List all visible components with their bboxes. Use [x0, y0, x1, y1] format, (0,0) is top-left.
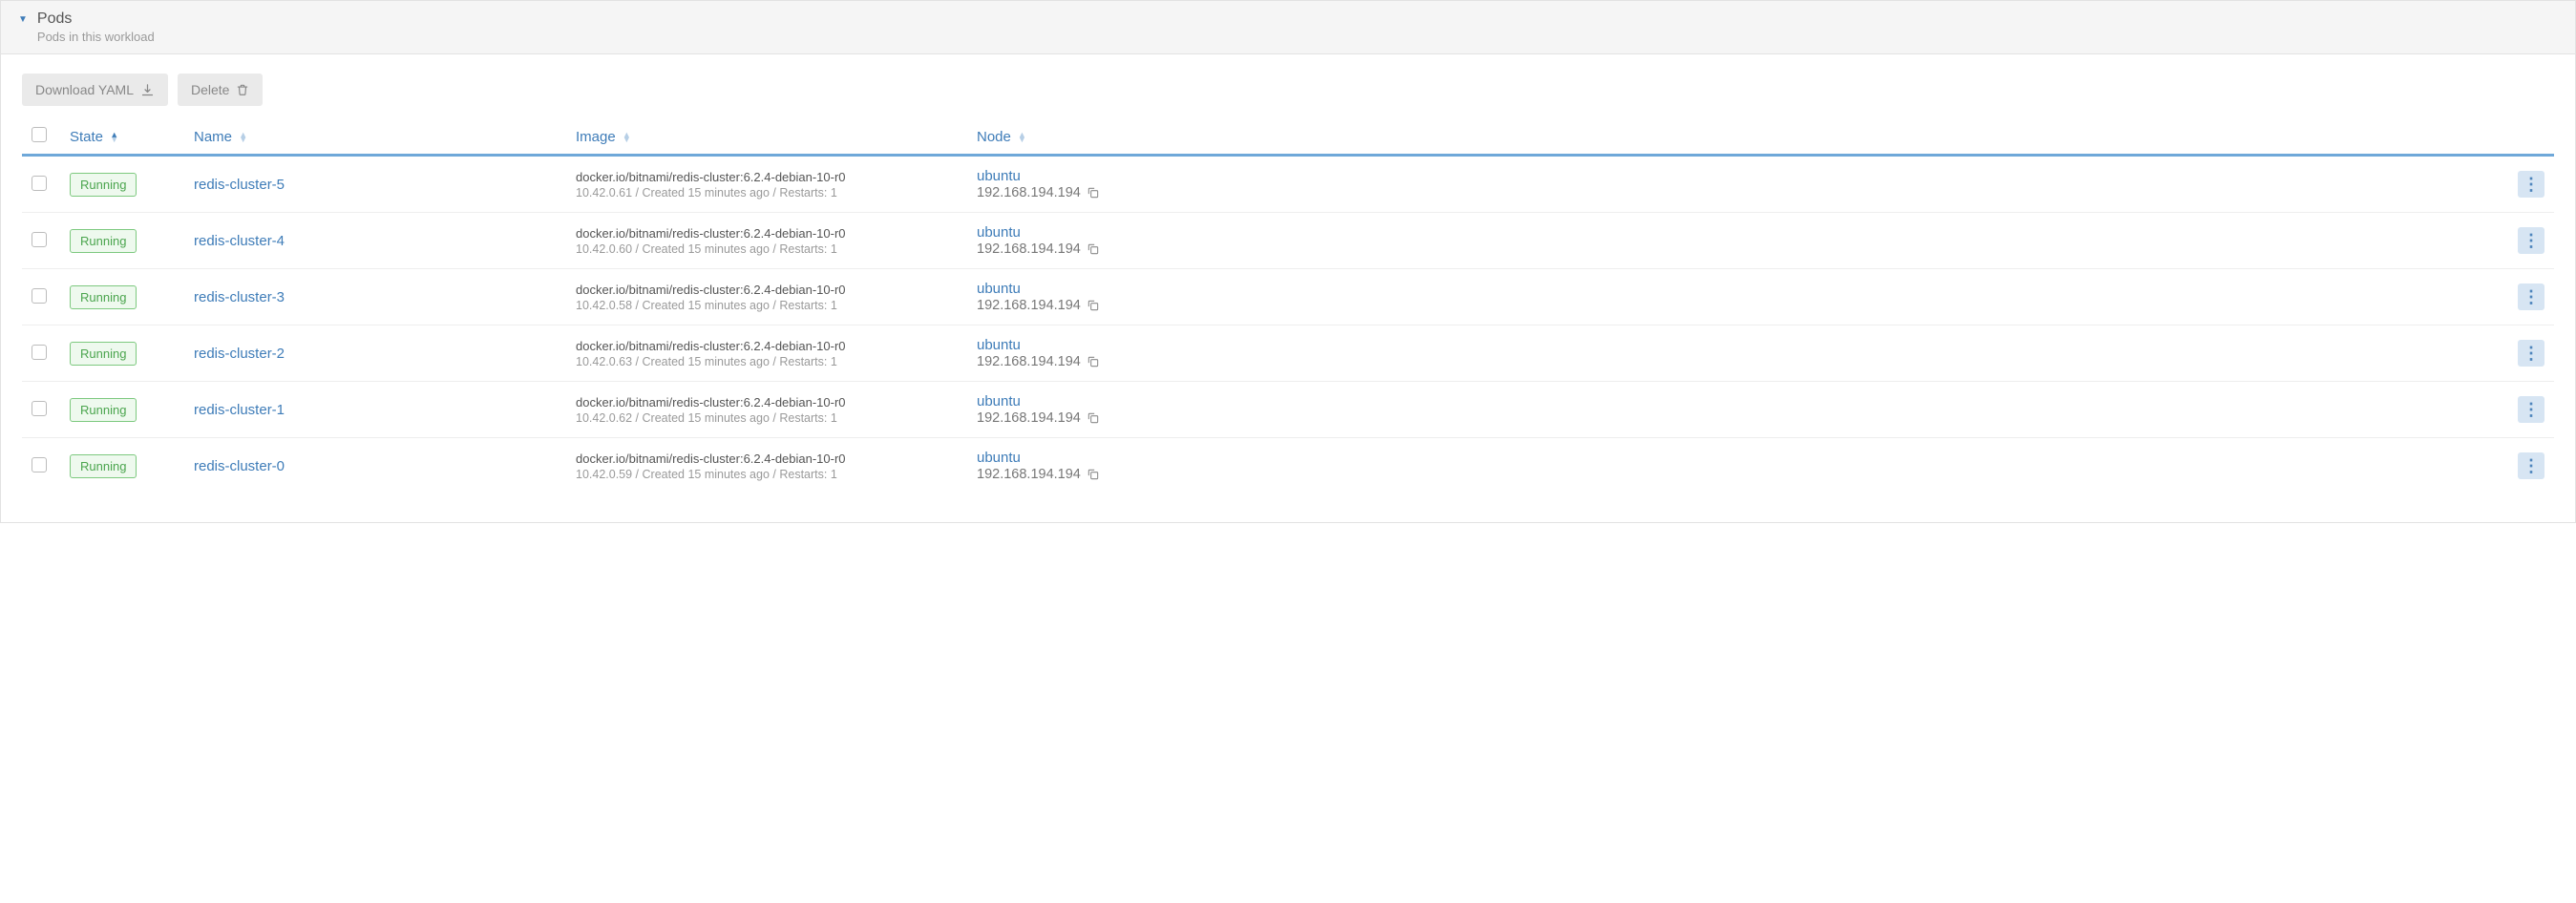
copy-icon[interactable] — [1087, 411, 1100, 425]
table-row: Running redis-cluster-3 docker.io/bitnam… — [22, 269, 2554, 326]
node-ip: 192.168.194.194 — [977, 185, 1081, 200]
node-ip: 192.168.194.194 — [977, 242, 1081, 257]
node-name-link[interactable]: ubuntu — [977, 224, 1021, 241]
row-actions-menu[interactable]: ⋮ — [2518, 284, 2544, 310]
delete-button[interactable]: Delete — [178, 74, 263, 106]
row-checkbox[interactable] — [32, 401, 47, 416]
pod-image: docker.io/bitnami/redis-cluster:6.2.4-de… — [576, 283, 958, 297]
node-name-link[interactable]: ubuntu — [977, 337, 1021, 353]
download-yaml-button[interactable]: Download YAML — [22, 74, 168, 106]
panel-body: Download YAML Delete State — [1, 54, 2575, 522]
row-checkbox[interactable] — [32, 288, 47, 304]
node-name-link[interactable]: ubuntu — [977, 281, 1021, 297]
panel-subtitle: Pods in this workload — [37, 30, 155, 44]
column-header-image[interactable]: Image ▲▼ — [566, 121, 967, 156]
pod-image: docker.io/bitnami/redis-cluster:6.2.4-de… — [576, 226, 958, 241]
pods-table: State ▲▼ Name ▲▼ Image ▲▼ Node ▲▼ — [22, 121, 2554, 494]
pod-image: docker.io/bitnami/redis-cluster:6.2.4-de… — [576, 395, 958, 410]
node-name-link[interactable]: ubuntu — [977, 393, 1021, 410]
sort-icon: ▲▼ — [239, 133, 247, 141]
state-badge: Running — [70, 454, 137, 478]
state-badge: Running — [70, 173, 137, 197]
row-actions-menu[interactable]: ⋮ — [2518, 340, 2544, 367]
row-checkbox[interactable] — [32, 345, 47, 360]
pod-name-link[interactable]: redis-cluster-2 — [194, 346, 285, 362]
copy-icon[interactable] — [1087, 299, 1100, 312]
pod-meta: 10.42.0.60 / Created 15 minutes ago / Re… — [576, 242, 958, 256]
node-name-link[interactable]: ubuntu — [977, 450, 1021, 466]
node-ip: 192.168.194.194 — [977, 467, 1081, 482]
column-header-state[interactable]: State ▲▼ — [60, 121, 184, 156]
select-all-checkbox[interactable] — [32, 127, 47, 142]
sort-icon: ▲▼ — [110, 133, 118, 141]
copy-icon[interactable] — [1087, 355, 1100, 368]
node-ip: 192.168.194.194 — [977, 298, 1081, 313]
delete-label: Delete — [191, 82, 229, 97]
download-icon — [140, 83, 155, 97]
row-checkbox[interactable] — [32, 457, 47, 472]
row-actions-menu[interactable]: ⋮ — [2518, 227, 2544, 254]
row-actions-menu[interactable]: ⋮ — [2518, 452, 2544, 479]
pod-name-link[interactable]: redis-cluster-5 — [194, 177, 285, 193]
toolbar: Download YAML Delete — [22, 74, 2554, 106]
table-row: Running redis-cluster-4 docker.io/bitnam… — [22, 213, 2554, 269]
pod-image: docker.io/bitnami/redis-cluster:6.2.4-de… — [576, 339, 958, 353]
row-actions-menu[interactable]: ⋮ — [2518, 171, 2544, 198]
state-badge: Running — [70, 229, 137, 253]
pod-name-link[interactable]: redis-cluster-0 — [194, 458, 285, 474]
node-ip: 192.168.194.194 — [977, 410, 1081, 426]
trash-icon — [236, 83, 249, 96]
table-row: Running redis-cluster-5 docker.io/bitnam… — [22, 156, 2554, 213]
state-badge: Running — [70, 342, 137, 366]
collapse-toggle-icon[interactable]: ▼ — [18, 14, 28, 25]
state-badge: Running — [70, 398, 137, 422]
pod-meta: 10.42.0.63 / Created 15 minutes ago / Re… — [576, 355, 958, 368]
pod-image: docker.io/bitnami/redis-cluster:6.2.4-de… — [576, 452, 958, 466]
download-yaml-label: Download YAML — [35, 82, 134, 97]
copy-icon[interactable] — [1087, 468, 1100, 481]
pod-meta: 10.42.0.61 / Created 15 minutes ago / Re… — [576, 186, 958, 200]
row-checkbox[interactable] — [32, 176, 47, 191]
copy-icon[interactable] — [1087, 242, 1100, 256]
pod-name-link[interactable]: redis-cluster-4 — [194, 233, 285, 249]
pod-meta: 10.42.0.58 / Created 15 minutes ago / Re… — [576, 299, 958, 312]
row-checkbox[interactable] — [32, 232, 47, 247]
table-row: Running redis-cluster-1 docker.io/bitnam… — [22, 382, 2554, 438]
copy-icon[interactable] — [1087, 186, 1100, 200]
node-name-link[interactable]: ubuntu — [977, 168, 1021, 184]
sort-icon: ▲▼ — [1018, 133, 1026, 141]
panel-header: ▼ Pods Pods in this workload — [1, 1, 2575, 54]
pod-meta: 10.42.0.62 / Created 15 minutes ago / Re… — [576, 411, 958, 425]
sort-icon: ▲▼ — [623, 133, 631, 141]
pod-name-link[interactable]: redis-cluster-1 — [194, 402, 285, 418]
state-badge: Running — [70, 285, 137, 309]
row-actions-menu[interactable]: ⋮ — [2518, 396, 2544, 423]
node-ip: 192.168.194.194 — [977, 354, 1081, 369]
table-row: Running redis-cluster-2 docker.io/bitnam… — [22, 326, 2554, 382]
panel-title: Pods — [37, 10, 155, 28]
column-header-node[interactable]: Node ▲▼ — [967, 121, 2497, 156]
pod-meta: 10.42.0.59 / Created 15 minutes ago / Re… — [576, 468, 958, 481]
column-header-name[interactable]: Name ▲▼ — [184, 121, 566, 156]
pod-image: docker.io/bitnami/redis-cluster:6.2.4-de… — [576, 170, 958, 184]
pods-panel: ▼ Pods Pods in this workload Download YA… — [0, 0, 2576, 523]
table-row: Running redis-cluster-0 docker.io/bitnam… — [22, 438, 2554, 494]
pod-name-link[interactable]: redis-cluster-3 — [194, 289, 285, 305]
